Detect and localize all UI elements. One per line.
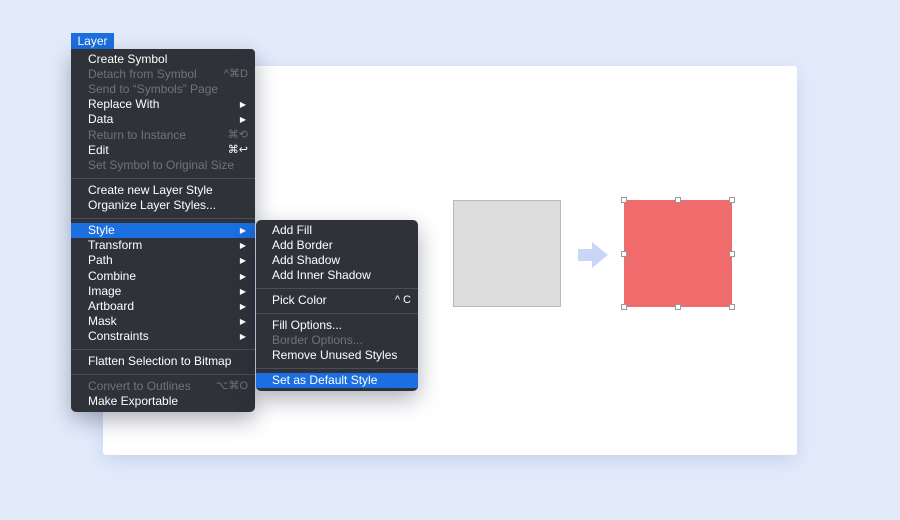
menu-item-path[interactable]: Path ▶ — [71, 253, 255, 268]
menu-item-detach-from-symbol: Detach from Symbol ^⌘D — [71, 67, 255, 82]
resize-handle-right[interactable] — [729, 251, 735, 257]
menu-item-label: Make Exportable — [88, 394, 179, 408]
menu-item-label: Set Symbol to Original Size — [88, 158, 235, 172]
menu-item-transform[interactable]: Transform ▶ — [71, 238, 255, 253]
menu-separator — [71, 374, 255, 375]
menu-item-shortcut: ⌘↩ — [227, 144, 248, 156]
resize-handle-bottom-right[interactable] — [729, 304, 735, 310]
menu-item-create-new-layer-style[interactable]: Create new Layer Style — [71, 183, 255, 198]
menu-item-label: Image — [88, 284, 122, 298]
menu-item-label: Replace With — [88, 97, 160, 111]
menu-item-label: Send to “Symbols” Page — [88, 82, 219, 96]
menu-item-label: Set as Default Style — [272, 373, 378, 387]
menu-item-shortcut: ⌘⟲ — [227, 129, 248, 141]
menu-item-set-symbol-original-size: Set Symbol to Original Size — [71, 158, 255, 173]
submenu-item-add-shadow[interactable]: Add Shadow — [256, 253, 418, 268]
menu-item-label: Artboard — [88, 299, 135, 313]
submenu-item-add-fill[interactable]: Add Fill — [256, 223, 418, 238]
menu-item-constraints[interactable]: Constraints ▶ — [71, 329, 255, 344]
resize-handle-bottom[interactable] — [675, 304, 681, 310]
resize-handle-top-right[interactable] — [729, 197, 735, 203]
menu-item-label: Create Symbol — [88, 52, 168, 66]
menu-item-return-to-instance: Return to Instance ⌘⟲ — [71, 128, 255, 143]
resize-handle-top-left[interactable] — [621, 197, 627, 203]
menu-item-label: Data — [88, 112, 114, 126]
menu-item-label: Add Fill — [272, 223, 313, 237]
menu-item-label: Add Inner Shadow — [272, 268, 371, 282]
menu-item-image[interactable]: Image ▶ — [71, 284, 255, 299]
submenu-item-pick-color[interactable]: Pick Color ^ C — [256, 293, 418, 308]
menu-item-label: Add Shadow — [272, 253, 341, 267]
triangle-right-icon: ▶ — [239, 100, 246, 109]
menu-item-style[interactable]: Style ▶ — [71, 223, 255, 238]
menu-item-label: Transform — [88, 238, 143, 252]
menu-item-flatten-selection[interactable]: Flatten Selection to Bitmap — [71, 354, 255, 369]
resize-handle-left[interactable] — [621, 251, 627, 257]
resize-handle-bottom-left[interactable] — [621, 304, 627, 310]
menu-separator — [71, 349, 255, 350]
menu-item-label: Remove Unused Styles — [272, 348, 398, 362]
triangle-right-icon: ▶ — [239, 332, 246, 341]
layer-menu-title[interactable]: Layer — [71, 33, 114, 49]
menu-item-send-to-symbols-page: Send to “Symbols” Page — [71, 82, 255, 97]
menu-item-label: Add Border — [272, 238, 333, 252]
submenu-item-add-border[interactable]: Add Border — [256, 238, 418, 253]
menu-item-artboard[interactable]: Artboard ▶ — [71, 299, 255, 314]
menu-item-label: Path — [88, 253, 113, 267]
menu-item-label: Flatten Selection to Bitmap — [88, 354, 232, 368]
menu-item-label: Convert to Outlines — [88, 379, 191, 393]
layer-menu: Create Symbol Detach from Symbol ^⌘D Sen… — [71, 49, 255, 412]
resize-handle-top[interactable] — [675, 197, 681, 203]
menu-item-label: Pick Color — [272, 293, 327, 307]
triangle-right-icon: ▶ — [239, 226, 246, 235]
submenu-item-fill-options[interactable]: Fill Options... — [256, 318, 418, 333]
menu-item-label: Style — [88, 223, 115, 237]
triangle-right-icon: ▶ — [239, 115, 246, 124]
menu-item-shortcut: ^⌘D — [223, 68, 248, 80]
menu-item-make-exportable[interactable]: Make Exportable — [71, 394, 255, 409]
menu-item-label: Edit — [88, 143, 109, 157]
triangle-right-icon: ▶ — [239, 241, 246, 250]
triangle-right-icon: ▶ — [239, 317, 246, 326]
menu-separator — [256, 313, 418, 314]
menu-item-shortcut: ⌥⌘O — [215, 380, 248, 392]
triangle-right-icon: ▶ — [239, 256, 246, 265]
submenu-item-border-options: Border Options... — [256, 333, 418, 348]
menu-separator — [71, 178, 255, 179]
menu-item-label: Combine — [88, 269, 137, 283]
triangle-right-icon: ▶ — [239, 272, 246, 281]
menu-item-replace-with[interactable]: Replace With ▶ — [71, 97, 255, 112]
menu-item-label: Organize Layer Styles... — [88, 198, 217, 212]
menu-item-convert-to-outlines: Convert to Outlines ⌥⌘O — [71, 379, 255, 394]
menu-item-label: Mask — [88, 314, 117, 328]
submenu-item-add-inner-shadow[interactable]: Add Inner Shadow — [256, 268, 418, 283]
triangle-right-icon: ▶ — [239, 302, 246, 311]
menu-item-label: Create new Layer Style — [88, 183, 213, 197]
menu-item-combine[interactable]: Combine ▶ — [71, 269, 255, 284]
menu-item-label: Fill Options... — [272, 318, 343, 332]
menu-item-data[interactable]: Data ▶ — [71, 112, 255, 127]
styled-red-rectangle[interactable] — [624, 200, 732, 307]
menu-separator — [71, 218, 255, 219]
menu-separator — [256, 368, 418, 369]
menu-item-organize-layer-styles[interactable]: Organize Layer Styles... — [71, 198, 255, 213]
menu-item-edit[interactable]: Edit ⌘↩ — [71, 143, 255, 158]
style-submenu: Add Fill Add Border Add Shadow Add Inner… — [256, 220, 418, 391]
menu-item-create-symbol[interactable]: Create Symbol — [71, 52, 255, 67]
menu-item-label: Detach from Symbol — [88, 67, 197, 81]
menu-item-mask[interactable]: Mask ▶ — [71, 314, 255, 329]
submenu-item-remove-unused-styles[interactable]: Remove Unused Styles — [256, 348, 418, 363]
arrow-right-icon — [578, 242, 608, 268]
default-grey-rectangle[interactable] — [453, 200, 561, 307]
menu-separator — [256, 288, 418, 289]
menu-item-label: Return to Instance — [88, 128, 187, 142]
submenu-item-set-as-default-style[interactable]: Set as Default Style — [256, 373, 418, 388]
triangle-right-icon: ▶ — [239, 287, 246, 296]
menu-item-shortcut: ^ C — [394, 294, 411, 306]
menu-item-label: Constraints — [88, 329, 149, 343]
menu-item-label: Border Options... — [272, 333, 363, 347]
